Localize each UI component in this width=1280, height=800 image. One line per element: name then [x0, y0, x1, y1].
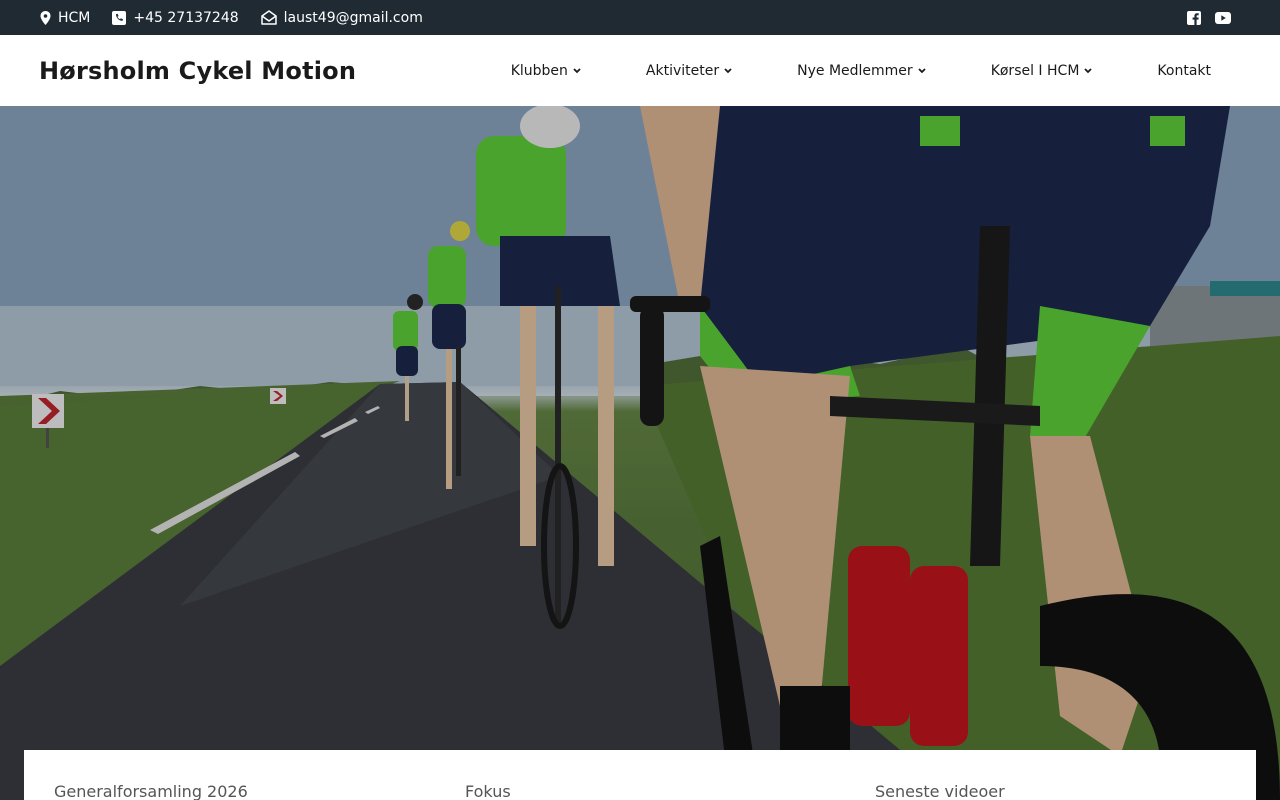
- nav-item-korsel-i-hcm[interactable]: Kørsel I HCM: [991, 63, 1093, 79]
- nav-item-aktiviteter[interactable]: Aktiviteter: [646, 63, 732, 79]
- main-nav: Klubben Aktiviteter Nye Medlemmer Kørsel…: [511, 63, 1241, 79]
- column-title-generalforsamling: Generalforsamling 2026: [54, 782, 248, 800]
- top-bar: HCM +45 27137248 laust49@gmail.com: [0, 0, 1280, 35]
- chevron-down-icon: [918, 67, 926, 73]
- location-text: HCM: [58, 9, 91, 26]
- email-item[interactable]: laust49@gmail.com: [260, 9, 423, 26]
- hero-cyclists-illustration: [0, 106, 1280, 800]
- youtube-icon[interactable]: [1215, 11, 1231, 24]
- nav-item-label: Kontakt: [1157, 62, 1211, 79]
- hero-image: [0, 106, 1280, 800]
- social-links: [1187, 10, 1240, 25]
- nav-item-label: Aktiviteter: [645, 62, 720, 79]
- column-title-seneste-videoer: Seneste videoer: [875, 782, 1005, 800]
- map-pin-icon: [40, 10, 51, 25]
- nav-item-label: Nye Medlemmer: [797, 62, 913, 79]
- nav-item-kontakt[interactable]: Kontakt: [1157, 63, 1211, 79]
- facebook-icon[interactable]: [1187, 10, 1201, 25]
- phone-icon: [112, 10, 127, 25]
- email-text: laust49@gmail.com: [283, 9, 423, 26]
- envelope-open-icon: [260, 10, 277, 25]
- nav-item-klubben[interactable]: Klubben: [511, 63, 581, 79]
- site-header: Hørsholm Cykel Motion Klubben Aktivitete…: [0, 35, 1280, 106]
- contact-info: HCM +45 27137248 laust49@gmail.com: [40, 10, 445, 26]
- chevron-down-icon: [1084, 67, 1093, 73]
- column-title-fokus: Fokus: [465, 782, 511, 800]
- site-brand[interactable]: Hørsholm Cykel Motion: [39, 57, 356, 85]
- location-item[interactable]: HCM: [40, 10, 90, 26]
- nav-item-nye-medlemmer[interactable]: Nye Medlemmer: [797, 63, 926, 79]
- chevron-down-icon: [724, 67, 732, 73]
- phone-item[interactable]: +45 27137248: [112, 9, 239, 26]
- phone-text: +45 27137248: [133, 9, 239, 26]
- content-panel: Generalforsamling 2026 Fokus Seneste vid…: [24, 750, 1256, 800]
- nav-item-label: Kørsel I HCM: [990, 62, 1080, 79]
- chevron-down-icon: [573, 67, 581, 73]
- nav-item-label: Klubben: [510, 62, 568, 79]
